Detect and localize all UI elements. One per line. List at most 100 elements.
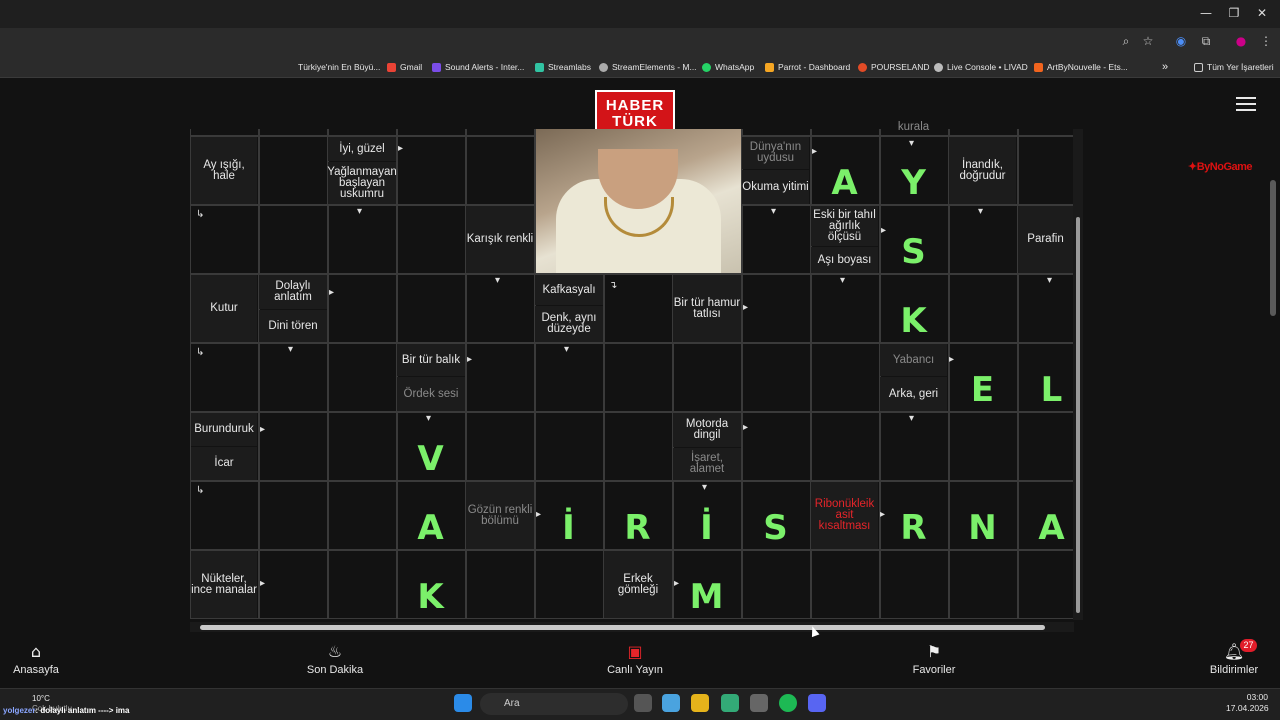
- extension-icon[interactable]: ◉: [1173, 34, 1189, 50]
- grid-cell[interactable]: [466, 412, 535, 481]
- discord-icon[interactable]: [808, 694, 826, 712]
- grid-cell[interactable]: [1018, 136, 1074, 205]
- close-icon[interactable]: ✕: [1252, 6, 1272, 22]
- clue-cell[interactable]: Kutur: [191, 275, 257, 342]
- grid-cell[interactable]: [259, 412, 328, 481]
- copilot-icon[interactable]: [662, 694, 680, 712]
- answer-letter[interactable]: S: [879, 217, 948, 286]
- hamburger-menu-icon[interactable]: [1236, 97, 1256, 113]
- grid-cell[interactable]: [328, 129, 397, 136]
- grid-cell[interactable]: [328, 412, 397, 481]
- grid-cell[interactable]: [397, 136, 466, 205]
- clue-cell[interactable]: İşaret, alamet: [673, 448, 741, 480]
- clue-cell[interactable]: İyi, güzel: [328, 137, 396, 161]
- more-bookmarks-icon[interactable]: »: [1162, 60, 1168, 74]
- nav-home[interactable]: ⌂ Anasayfa: [0, 642, 96, 676]
- answer-letter[interactable]: A: [810, 148, 879, 217]
- clue-cell[interactable]: Dolaylı anlatım: [259, 275, 327, 309]
- address-bar[interactable]: [0, 28, 1280, 56]
- clue-cell[interactable]: Bir tür balık: [397, 344, 465, 376]
- grid-cell[interactable]: [673, 343, 742, 412]
- nav-notifications[interactable]: 🔔︎ Bildirimler: [1174, 642, 1280, 676]
- clue-cell[interactable]: Arka, geri: [880, 377, 947, 411]
- bookmark-item[interactable]: Sound Alerts - Inter...: [432, 60, 524, 74]
- zoom-icon[interactable]: ⌕: [1118, 34, 1134, 50]
- clue-cell[interactable]: Motorda dingil: [673, 413, 741, 447]
- grid-cell[interactable]: [811, 550, 880, 619]
- bookmark-item[interactable]: Gmail: [387, 60, 422, 74]
- clue-cell[interactable]: İnandık, doğrudur: [949, 137, 1016, 204]
- grid-cell[interactable]: [259, 136, 328, 205]
- grid-cell[interactable]: [466, 274, 535, 343]
- bookmark-item[interactable]: Streamlabs: [535, 60, 591, 74]
- grid-cell[interactable]: [604, 343, 673, 412]
- grid-vertical-scrollbar[interactable]: [1073, 129, 1083, 620]
- taskbar-search[interactable]: Ara: [480, 693, 628, 715]
- nav-breaking[interactable]: ♨ Son Dakika: [275, 642, 395, 676]
- bookmark-item[interactable]: POURSELAND: [858, 60, 930, 74]
- taskbar-clock[interactable]: 03:00 17.04.2026: [1226, 692, 1269, 714]
- answer-letter[interactable]: R: [879, 493, 948, 562]
- grid-cell[interactable]: [811, 412, 880, 481]
- grid-cell[interactable]: [259, 205, 328, 274]
- answer-letter[interactable]: İ: [672, 493, 741, 562]
- grid-cell[interactable]: [259, 481, 328, 550]
- grid-cell[interactable]: [397, 129, 466, 136]
- grid-cell[interactable]: [466, 129, 535, 136]
- bookmark-item[interactable]: Parrot - Dashboard: [765, 60, 850, 74]
- haberturk-logo[interactable]: HABER TÜRK: [595, 90, 675, 134]
- grid-cell[interactable]: [604, 412, 673, 481]
- answer-letter[interactable]: V: [396, 424, 465, 493]
- clue-cell[interactable]: Kafkasyalı: [535, 275, 603, 305]
- answer-letter[interactable]: S: [741, 493, 810, 562]
- clue-cell[interactable]: Ördek sesi: [397, 377, 465, 411]
- restore-icon[interactable]: ❐: [1224, 6, 1244, 22]
- grid-cell[interactable]: [535, 412, 604, 481]
- grid-cell[interactable]: [397, 274, 466, 343]
- grid-cell[interactable]: [259, 343, 328, 412]
- spotify-icon[interactable]: [779, 694, 797, 712]
- answer-letter[interactable]: A: [396, 493, 465, 562]
- clue-cell[interactable]: Aşı boyası: [811, 247, 878, 273]
- grid-cell[interactable]: [328, 550, 397, 619]
- clue-cell[interactable]: Yağlanmayan başlayan uskumru: [327, 162, 397, 204]
- clue-cell[interactable]: Okuma yitimi: [742, 170, 809, 204]
- clue-cell[interactable]: Ay ışığı, hale: [191, 137, 257, 204]
- answer-letter[interactable]: K: [879, 286, 948, 355]
- clue-cell[interactable]: Nükteler, ince manalar: [191, 551, 257, 618]
- grid-cell[interactable]: [742, 129, 811, 136]
- answer-letter[interactable]: K: [396, 562, 465, 631]
- bookmark-item[interactable]: Live Console • LIVAD: [934, 60, 1028, 74]
- grid-cell[interactable]: [1018, 129, 1074, 136]
- grid-cell[interactable]: [1018, 274, 1074, 343]
- answer-letter[interactable]: E: [948, 355, 1017, 424]
- grid-cell[interactable]: [811, 343, 880, 412]
- grid-cell[interactable]: [328, 274, 397, 343]
- clue-cell[interactable]: Dini tören: [259, 310, 327, 342]
- grid-cell[interactable]: [190, 129, 259, 136]
- clue-cell[interactable]: Bir tür hamur tatlısı: [673, 275, 741, 342]
- clue-cell[interactable]: İcar: [191, 447, 257, 480]
- grid-cell[interactable]: [466, 343, 535, 412]
- star-icon[interactable]: ☆: [1140, 34, 1156, 50]
- grid-cell[interactable]: [466, 136, 535, 205]
- answer-letter[interactable]: N: [948, 493, 1017, 562]
- chrome-icon[interactable]: [721, 694, 739, 712]
- grid-cell[interactable]: [535, 343, 604, 412]
- answer-letter[interactable]: R: [603, 493, 672, 562]
- nav-favorites[interactable]: ⚑ Favoriler: [874, 642, 994, 676]
- grid-cell[interactable]: [742, 412, 811, 481]
- taskview-icon[interactable]: [634, 694, 652, 712]
- grid-cell[interactable]: [949, 274, 1018, 343]
- page-scrollbar[interactable]: [1270, 180, 1276, 316]
- grid-cell[interactable]: [328, 205, 397, 274]
- bookmark-item[interactable]: Türkiye'nin En Büyü...: [298, 60, 380, 74]
- grid-cell[interactable]: [811, 129, 880, 136]
- grid-horizontal-scrollbar[interactable]: [190, 622, 1074, 632]
- grid-cell[interactable]: [949, 129, 1018, 136]
- obs-icon[interactable]: [750, 694, 768, 712]
- more-icon[interactable]: ⋮: [1258, 34, 1274, 50]
- grid-cell[interactable]: [742, 274, 811, 343]
- answer-letter[interactable]: Y: [879, 148, 948, 217]
- clue-cell[interactable]: Dünya'nın uydusu: [742, 137, 809, 169]
